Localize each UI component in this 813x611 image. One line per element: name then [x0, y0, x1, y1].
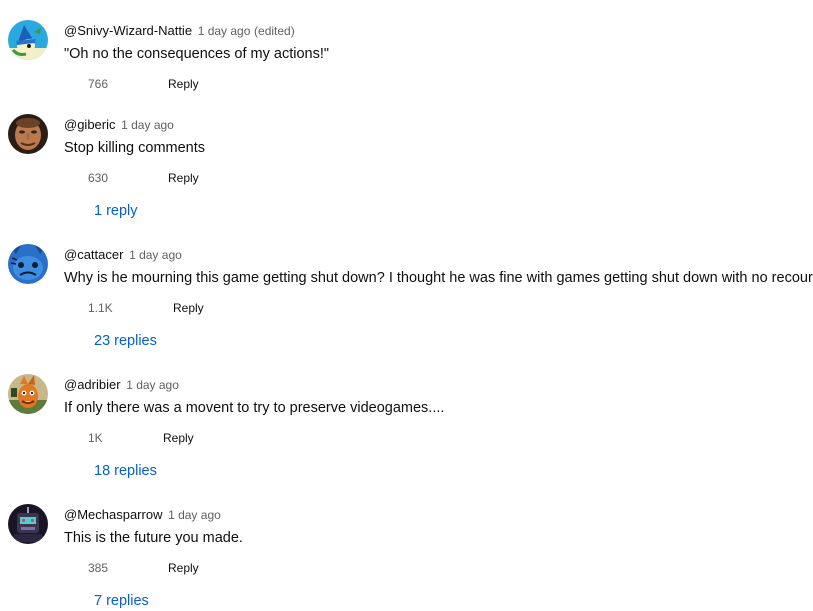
- reply-button[interactable]: Reply: [173, 299, 204, 317]
- view-replies-button[interactable]: 18 replies: [94, 462, 157, 480]
- like-count: 1.1K: [88, 301, 113, 315]
- robot-avatar-icon[interactable]: [8, 504, 48, 544]
- comment-meta: @cattacer 1 day ago: [64, 247, 182, 263]
- reply-button[interactable]: Reply: [168, 559, 199, 577]
- comment-author[interactable]: @giberic: [64, 117, 116, 132]
- like-count: 766: [88, 77, 109, 91]
- comment-timestamp[interactable]: 1 day ago: [129, 248, 182, 262]
- like-count: 630: [88, 171, 109, 185]
- comment-text: Stop killing comments: [64, 140, 206, 156]
- comment-timestamp[interactable]: 1 day ago: [121, 118, 174, 132]
- comment-timestamp[interactable]: 1 day ago: [168, 508, 221, 522]
- view-replies-button[interactable]: 7 replies: [94, 592, 149, 610]
- comment-timestamp[interactable]: 1 day ago: [198, 24, 251, 38]
- comment-timestamp[interactable]: 1 day ago: [126, 378, 179, 392]
- comment-meta: @giberic 1 day ago: [64, 117, 174, 133]
- comment-author[interactable]: @Snivy-Wizard-Nattie: [64, 23, 192, 38]
- view-replies-button[interactable]: 23 replies: [94, 332, 157, 350]
- comment-text: This is the future you made.: [64, 530, 243, 546]
- bandicoot-avatar-icon[interactable]: [8, 374, 48, 414]
- comment-author[interactable]: @adribier: [64, 377, 121, 392]
- comment-thread: @Snivy-Wizard-Nattie 1 day ago (edited) …: [0, 0, 813, 611]
- comment-meta: @Mechasparrow 1 day ago: [64, 507, 221, 523]
- like-count: 1K: [88, 431, 103, 445]
- edited-label: (edited): [254, 24, 295, 38]
- reply-button[interactable]: Reply: [168, 75, 199, 93]
- comment-meta: @adribier 1 day ago: [64, 377, 179, 393]
- reply-button[interactable]: Reply: [163, 429, 194, 447]
- face-avatar-icon[interactable]: [8, 114, 48, 154]
- blue-creature-avatar-icon[interactable]: [8, 244, 48, 284]
- like-count: 385: [88, 561, 109, 575]
- comment-author[interactable]: @Mechasparrow: [64, 507, 162, 522]
- comment-author[interactable]: @cattacer: [64, 247, 123, 262]
- view-replies-button[interactable]: 1 reply: [94, 202, 138, 220]
- wizard-snivy-avatar-icon[interactable]: [8, 20, 48, 60]
- comment-text: "Oh no the consequences of my actions!": [64, 46, 330, 62]
- reply-button[interactable]: Reply: [168, 169, 199, 187]
- comment-text: If only there was a movent to try to pre…: [64, 400, 445, 416]
- comment-text: Why is he mourning this game getting shu…: [64, 270, 813, 286]
- comment-meta: @Snivy-Wizard-Nattie 1 day ago (edited): [64, 23, 295, 39]
